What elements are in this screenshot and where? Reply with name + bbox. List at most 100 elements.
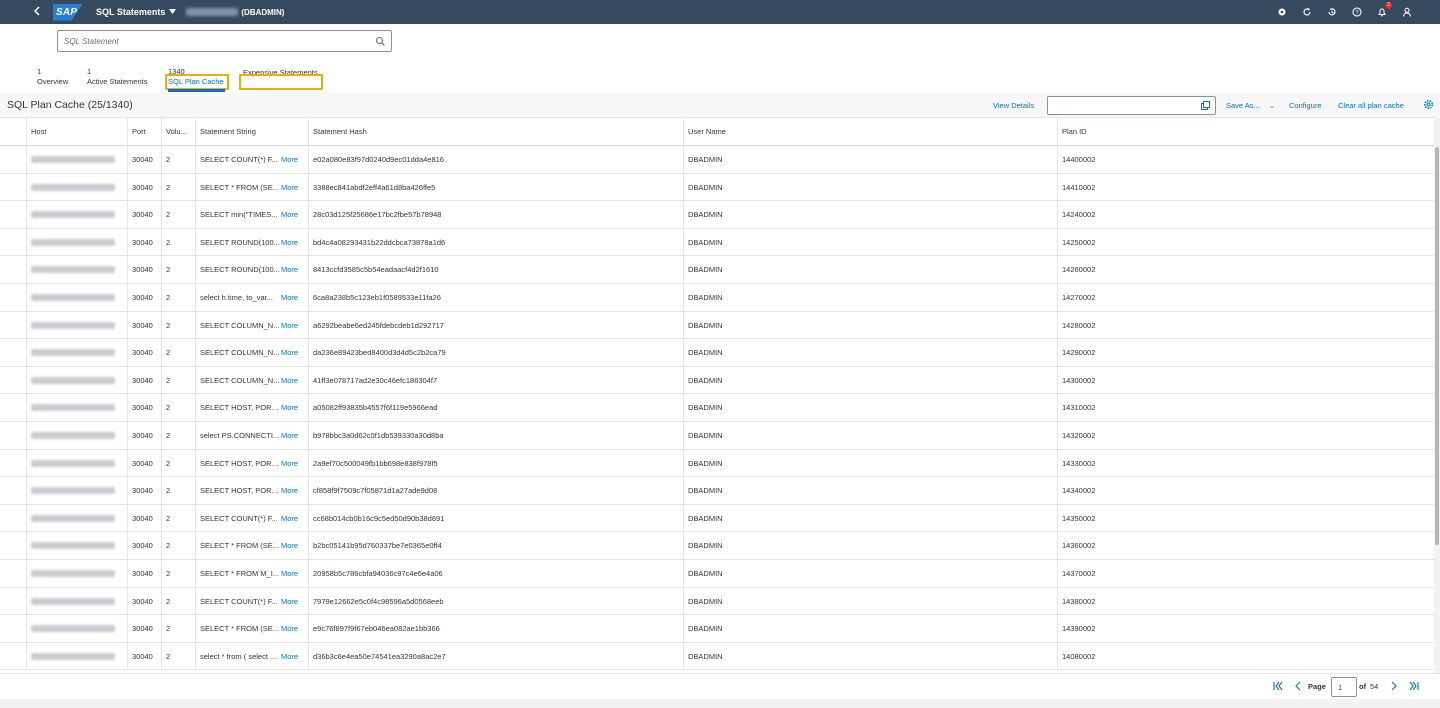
caret-down-icon[interactable] xyxy=(169,8,177,16)
row-selector[interactable] xyxy=(0,229,26,256)
sql-statement-search[interactable] xyxy=(57,30,392,52)
table-row[interactable]: SELECT COUNT(*) F... More 30040 2 cc68b014cb… xyxy=(0,504,1434,533)
table-row[interactable]: SELECT * FROM M_I... More 30040 2 20958b5c78… xyxy=(0,560,1434,588)
more-link[interactable]: More xyxy=(281,615,298,642)
more-link[interactable]: More xyxy=(281,174,298,201)
more-link[interactable]: More xyxy=(281,643,298,670)
row-selector[interactable] xyxy=(0,339,26,366)
more-link[interactable]: More xyxy=(281,339,298,366)
table-row[interactable]: select * from ( select ... More 30040 2 d36b… xyxy=(0,642,1434,671)
table-row[interactable]: SELECT min("TIMES... More 30040 2 28c03d125f… xyxy=(0,201,1434,229)
user-name-cell: DBADMIN xyxy=(683,642,1057,670)
plan-id-cell: 14240002 xyxy=(1057,201,1434,229)
back-icon[interactable] xyxy=(30,0,44,24)
host-cell xyxy=(26,173,127,201)
bell-icon[interactable]: 3 xyxy=(1375,2,1392,19)
row-selector[interactable] xyxy=(0,560,26,587)
tab-active-statements[interactable]: 1 Active Statements xyxy=(87,67,147,86)
more-link[interactable]: More xyxy=(281,560,298,587)
vertical-scrollbar[interactable] xyxy=(1434,117,1440,673)
first-page-icon[interactable] xyxy=(1272,680,1284,692)
table-row[interactable]: SELECT HOST, PORT... More 30040 2 a05082ff93… xyxy=(0,394,1434,422)
table-row[interactable]: SELECT HOST, PORT... More 30040 2 2a9ef70c50… xyxy=(0,449,1434,478)
search-icon[interactable] xyxy=(375,36,386,47)
help-icon[interactable]: ? xyxy=(1350,5,1364,19)
more-link[interactable]: More xyxy=(281,284,298,311)
next-page-icon[interactable] xyxy=(1388,680,1400,692)
row-selector[interactable] xyxy=(0,588,26,615)
value-help-icon[interactable] xyxy=(1201,101,1210,110)
row-selector[interactable] xyxy=(0,532,26,559)
search-input[interactable] xyxy=(64,35,364,47)
row-selector[interactable] xyxy=(0,643,26,670)
more-link[interactable]: More xyxy=(281,229,298,256)
host-cell xyxy=(26,449,127,477)
table-row[interactable]: SELECT COUNT(*) F... More 30040 2 e02a080e83… xyxy=(0,146,1434,174)
more-link[interactable]: More xyxy=(281,394,298,421)
table-row[interactable]: SELECT COLUMN_N... More 30040 2 41ff3e078717… xyxy=(0,366,1434,395)
configure-button[interactable]: Configure xyxy=(1289,101,1322,110)
footer-strip xyxy=(0,699,1440,708)
table-row[interactable]: select PS.CONNECTI... More 30040 2 b978bbc3a… xyxy=(0,422,1434,450)
column-header-statement-hash[interactable]: Statement Hash xyxy=(308,118,683,146)
more-link[interactable]: More xyxy=(281,367,298,394)
row-selector[interactable] xyxy=(0,615,26,642)
row-selector[interactable] xyxy=(0,505,26,532)
more-link[interactable]: More xyxy=(281,201,298,228)
tab-overview[interactable]: 1 Overview xyxy=(37,67,68,86)
more-link[interactable]: More xyxy=(281,505,298,532)
column-header-host[interactable]: Host xyxy=(26,118,127,146)
table-row[interactable]: select h.time, to_var... More 30040 2 6ca8a2… xyxy=(0,284,1434,312)
user-icon[interactable] xyxy=(1400,5,1414,19)
history-icon[interactable] xyxy=(1325,5,1339,19)
clear-plan-cache-button[interactable]: Clear all plan cache xyxy=(1338,101,1404,110)
column-header-port[interactable]: Port xyxy=(127,118,161,146)
save-as-button[interactable]: Save As... ⌄ xyxy=(1226,101,1275,110)
more-link[interactable]: More xyxy=(281,588,298,615)
column-header-statement-string[interactable]: Statement String xyxy=(195,118,308,146)
view-details-button[interactable]: View Details xyxy=(993,101,1034,110)
sap-logo[interactable]: SAP xyxy=(53,3,83,21)
row-selector[interactable] xyxy=(0,312,26,339)
row-selector[interactable] xyxy=(0,174,26,201)
more-link[interactable]: More xyxy=(281,477,298,504)
table-row[interactable]: SELECT COLUMN_N... More 30040 2 da236e89423b… xyxy=(0,339,1434,367)
row-selector[interactable] xyxy=(0,284,26,311)
filter-input[interactable] xyxy=(1047,96,1216,115)
row-selector[interactable] xyxy=(0,201,26,228)
row-selector[interactable] xyxy=(0,256,26,283)
row-selector[interactable] xyxy=(0,394,26,421)
row-selector[interactable] xyxy=(0,367,26,394)
row-selector[interactable] xyxy=(0,450,26,477)
table-row[interactable]: SELECT ROUND(100... More 30040 2 bd4c4a08293… xyxy=(0,228,1434,257)
table-row[interactable]: SELECT HOST, PORT... More 30040 2 cf858f9f75… xyxy=(0,477,1434,505)
row-selector[interactable] xyxy=(0,146,26,173)
last-page-icon[interactable] xyxy=(1408,680,1420,692)
more-link[interactable]: More xyxy=(281,532,298,559)
hierarchy-icon[interactable] xyxy=(1275,5,1289,19)
more-link[interactable]: More xyxy=(281,422,298,449)
more-link[interactable]: More xyxy=(281,256,298,283)
table-row[interactable]: SELECT ROUND(100... More 30040 2 8413ccfd358… xyxy=(0,256,1434,284)
column-header-plan-id[interactable]: Plan ID xyxy=(1057,118,1434,146)
table-row[interactable]: SELECT COUNT(*) F... More 30040 2 7979e12662… xyxy=(0,587,1434,616)
previous-page-icon[interactable] xyxy=(1292,680,1304,692)
more-link[interactable]: More xyxy=(281,312,298,339)
column-header-volume[interactable]: Volu... xyxy=(161,118,195,146)
app-title[interactable]: SQL Statements xyxy=(96,7,165,17)
row-selector[interactable] xyxy=(0,422,26,449)
more-link[interactable]: More xyxy=(281,450,298,477)
table-row[interactable]: SELECT * FROM (SE... More 30040 2 3388ec841a… xyxy=(0,173,1434,202)
table-row[interactable]: SELECT * FROM (SE... More 30040 2 b2bc05141b… xyxy=(0,532,1434,560)
plan-id-cell: 14350002 xyxy=(1057,504,1434,532)
scrollbar-thumb[interactable] xyxy=(1435,147,1439,545)
gear-icon[interactable] xyxy=(1423,99,1434,110)
refresh-icon[interactable] xyxy=(1300,5,1314,19)
row-selector[interactable] xyxy=(0,477,26,504)
table-row[interactable]: SELECT * FROM (SE... More 30040 2 e9c76f897f… xyxy=(0,615,1434,643)
table-row[interactable]: SELECT COLUMN_N... More 30040 2 a6292beabe6e… xyxy=(0,311,1434,340)
column-header-user-name[interactable]: User Name xyxy=(683,118,1057,146)
statement-hash-cell: d36b3c6e4ea50e74541ea3290a8ac2e7 xyxy=(308,642,683,670)
more-link[interactable]: More xyxy=(281,146,298,173)
page-number-input[interactable] xyxy=(1331,677,1357,697)
